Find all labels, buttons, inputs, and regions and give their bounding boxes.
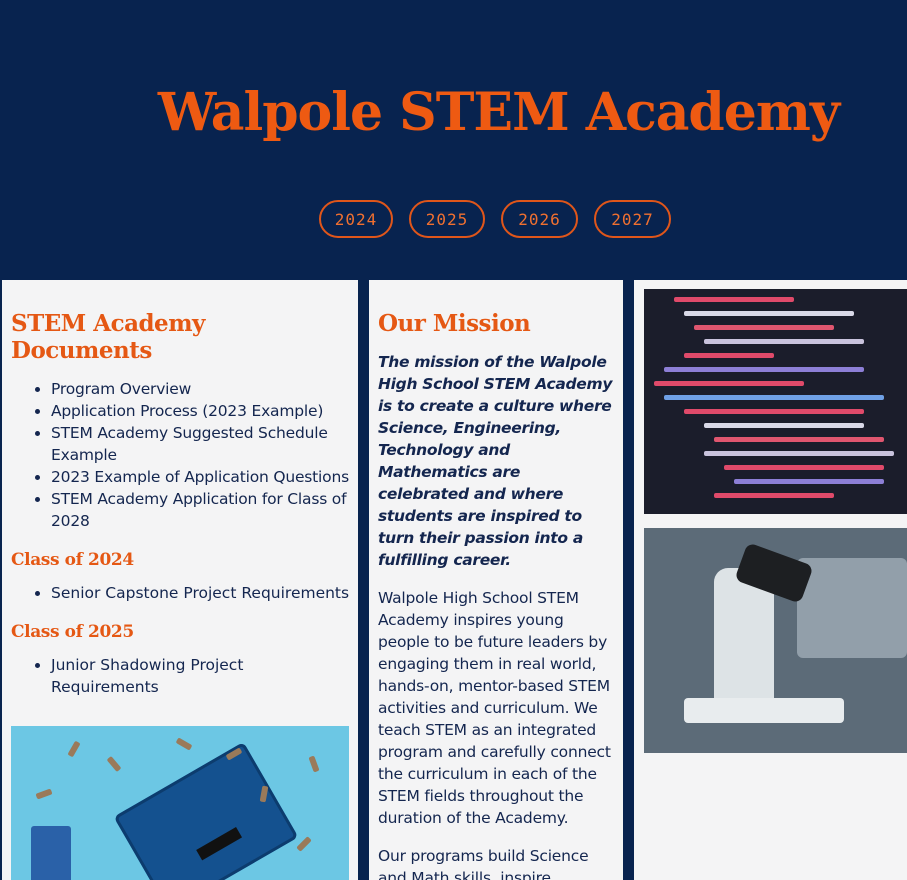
class-2024-heading: Class of 2024 bbox=[11, 550, 134, 570]
class-2025-heading: Class of 2025 bbox=[11, 622, 134, 642]
class-2024-list: Senior Capstone Project Requirements bbox=[11, 582, 350, 604]
site-header: Walpole STEM Academy 2024 2025 2026 2027 bbox=[0, 0, 907, 280]
site-title: Walpole STEM Academy bbox=[157, 82, 840, 143]
code-image bbox=[644, 289, 907, 514]
class-2025-list: Junior Shadowing Project Requirements bbox=[11, 654, 350, 698]
document-link[interactable]: 2023 Example of Application Questions bbox=[51, 466, 350, 488]
year-button-2025[interactable]: 2025 bbox=[409, 200, 485, 238]
document-link[interactable]: STEM Academy Application for Class of 20… bbox=[51, 488, 350, 532]
year-navigation: 2024 2025 2026 2027 bbox=[319, 200, 671, 238]
mission-paragraph: Walpole High School STEM Academy inspire… bbox=[378, 589, 611, 827]
document-link[interactable]: Application Process (2023 Example) bbox=[51, 400, 350, 422]
documents-column: STEM Academy Documents Program Overview … bbox=[2, 280, 358, 880]
mission-heading: Our Mission bbox=[378, 310, 531, 337]
year-button-2026[interactable]: 2026 bbox=[501, 200, 578, 238]
microscope-image bbox=[644, 528, 907, 753]
mission-paragraph: Our programs build Science and Math skil… bbox=[378, 847, 589, 880]
images-column bbox=[634, 280, 907, 880]
year-button-2024[interactable]: 2024 bbox=[319, 200, 393, 238]
mission-statement: The mission of the Walpole High School S… bbox=[378, 353, 613, 569]
arduino-board bbox=[113, 741, 299, 880]
mission-column: Our Mission The mission of the Walpole H… bbox=[369, 280, 623, 880]
arduino-image bbox=[11, 726, 349, 880]
documents-list: Program Overview Application Process (20… bbox=[11, 378, 350, 532]
documents-heading: STEM Academy Documents bbox=[11, 310, 205, 364]
year-button-2027[interactable]: 2027 bbox=[594, 200, 671, 238]
document-link[interactable]: Senior Capstone Project Requirements bbox=[51, 582, 350, 604]
document-link[interactable]: STEM Academy Suggested Schedule Example bbox=[51, 422, 350, 466]
relay-module bbox=[31, 826, 71, 880]
document-link[interactable]: Program Overview bbox=[51, 378, 350, 400]
document-link[interactable]: Junior Shadowing Project Requirements bbox=[51, 654, 350, 698]
